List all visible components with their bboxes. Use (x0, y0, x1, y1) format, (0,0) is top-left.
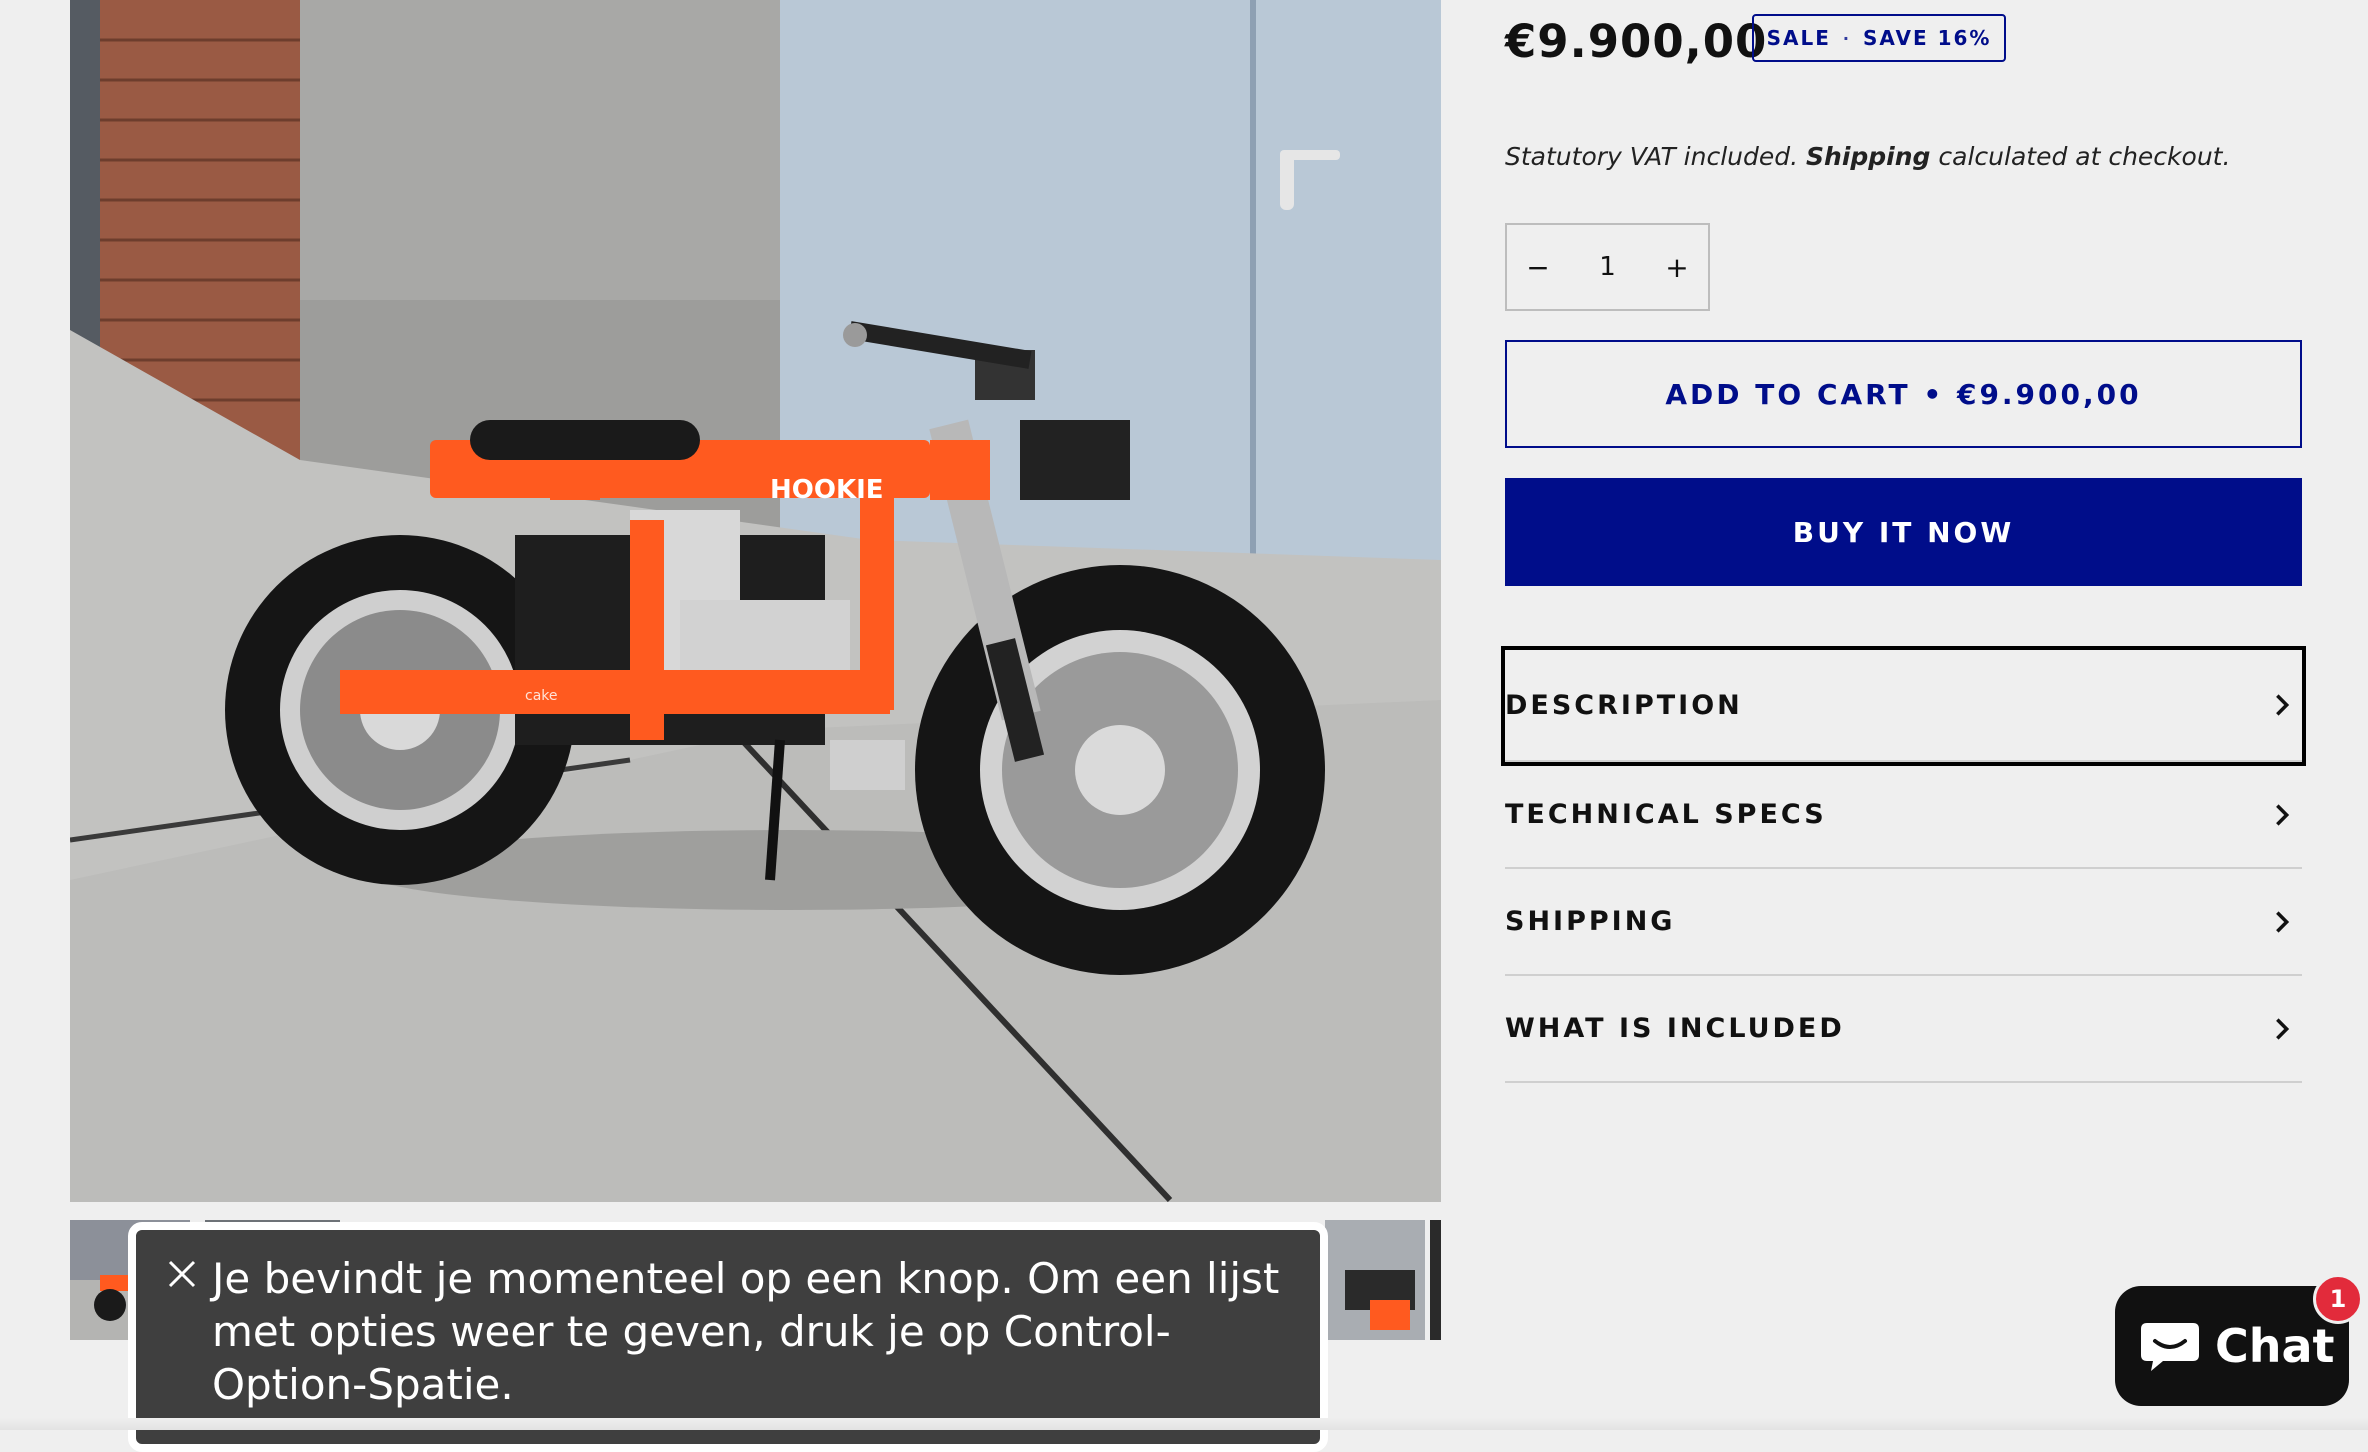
quantity-input[interactable]: 1 (1569, 252, 1646, 282)
vat-prefix: Statutory VAT included. (1505, 142, 1799, 171)
page-bottom-edge (0, 1418, 2368, 1430)
accordion-label: TECHNICAL SPECS (1505, 799, 1827, 830)
buy-now-button[interactable]: BUY IT NOW (1505, 478, 2302, 586)
chevron-right-icon (2276, 910, 2290, 933)
close-icon[interactable] (166, 1258, 198, 1290)
accordion-description[interactable]: DESCRIPTION (1501, 646, 2306, 766)
chat-unread-badge: 1 (2313, 1274, 2363, 1324)
product-info-accordion: DESCRIPTION TECHNICAL SPECS SHIPPING WHA… (1501, 646, 2306, 1083)
accordion-label: WHAT IS INCLUDED (1505, 1013, 1845, 1044)
quantity-decrease-button[interactable]: − (1507, 225, 1569, 309)
swingarm-branding: cake (525, 688, 558, 704)
accordion-shipping[interactable]: SHIPPING (1505, 869, 2302, 976)
sale-badge: SALE · SAVE 16% (1752, 14, 2006, 62)
shipping-link[interactable]: Shipping (1806, 142, 1930, 171)
chevron-right-icon (2276, 803, 2290, 826)
chevron-right-icon (2276, 1017, 2290, 1040)
chevron-right-icon (2276, 694, 2290, 716)
thumbnail-4[interactable] (1430, 1220, 1441, 1340)
accordion-technical-specs[interactable]: TECHNICAL SPECS (1505, 762, 2302, 869)
quantity-increase-button[interactable]: + (1646, 225, 1708, 309)
add-to-cart-button[interactable]: ADD TO CART • €9.900,00 (1505, 340, 2302, 448)
accordion-label: SHIPPING (1505, 906, 1676, 937)
voiceover-text: Je bevindt je momenteel op een knop. Om … (212, 1254, 1280, 1409)
sale-label: SALE (1766, 26, 1831, 50)
quantity-stepper: − 1 + (1505, 223, 1710, 311)
product-price: €9.900,00 (1505, 15, 1768, 68)
badge-separator: · (1842, 28, 1851, 48)
vat-notice: Statutory VAT included. Shipping calcula… (1505, 142, 2230, 171)
accordion-what-is-included[interactable]: WHAT IS INCLUDED (1505, 976, 2302, 1083)
accordion-label: DESCRIPTION (1505, 689, 1743, 721)
chat-button[interactable]: Chat 1 (2115, 1274, 2363, 1406)
product-main-image[interactable]: HOOKIE cake (70, 0, 1441, 1202)
chat-bubble-icon (2141, 1323, 2199, 1371)
chat-label: Chat (2215, 1319, 2335, 1373)
thumbnail-3[interactable] (1325, 1220, 1425, 1340)
vat-suffix: calculated at checkout. (1938, 142, 2231, 171)
frame-branding: HOOKIE (770, 475, 884, 505)
save-percentage: SAVE 16% (1862, 26, 1992, 50)
